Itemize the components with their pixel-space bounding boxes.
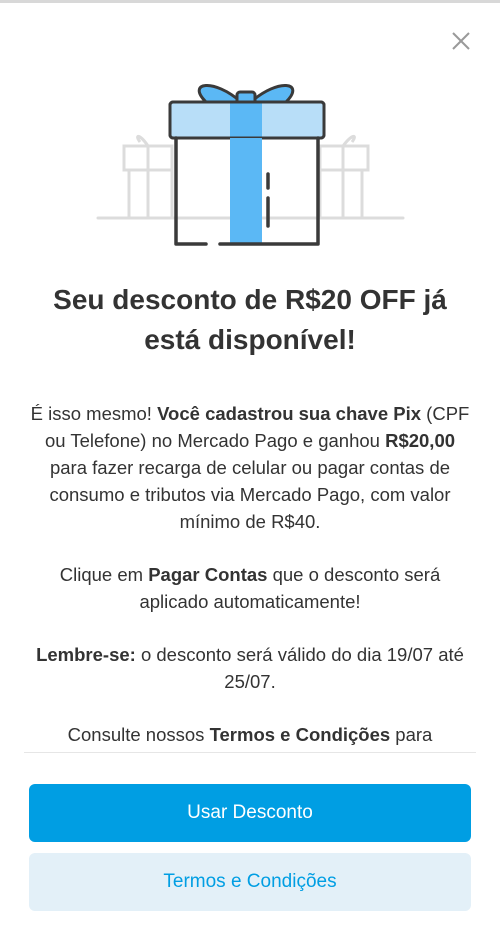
text: para (390, 724, 433, 745)
modal-content[interactable]: Seu desconto de R$20 OFF já está disponí… (0, 262, 500, 752)
terms-paragraph: Consulte nossos Termos e Condições para (24, 721, 476, 748)
bold-text: Pagar Contas (148, 564, 268, 585)
top-border (0, 0, 500, 3)
text: É isso mesmo! (30, 403, 158, 424)
text: o desconto será válido do dia 19/07 até … (135, 644, 464, 692)
text: Clique em (59, 564, 149, 585)
text: para fazer recarga de celular ou pagar c… (49, 457, 451, 532)
modal-title: Seu desconto de R$20 OFF já está disponí… (53, 284, 447, 355)
text: Consulte nossos (67, 724, 210, 745)
bold-text: Lembre-se: (36, 644, 136, 665)
instruction-paragraph: Clique em Pagar Contas que o desconto se… (24, 561, 476, 615)
gift-box-illustration (96, 84, 405, 246)
terms-conditions-button[interactable]: Termos e Condições (29, 853, 471, 911)
terms-link-text[interactable]: Termos e Condições (210, 724, 391, 745)
divider (24, 752, 476, 753)
bold-text: R$20,00 (385, 430, 456, 451)
use-discount-button[interactable]: Usar Desconto (29, 784, 471, 842)
close-icon (452, 32, 470, 50)
description-paragraph: É isso mesmo! Você cadastrou sua chave P… (24, 400, 476, 535)
bold-text: Você cadastrou sua chave Pix (157, 403, 422, 424)
reminder-paragraph: Lembre-se: o desconto será válido do dia… (24, 641, 476, 695)
close-button[interactable] (444, 24, 478, 58)
